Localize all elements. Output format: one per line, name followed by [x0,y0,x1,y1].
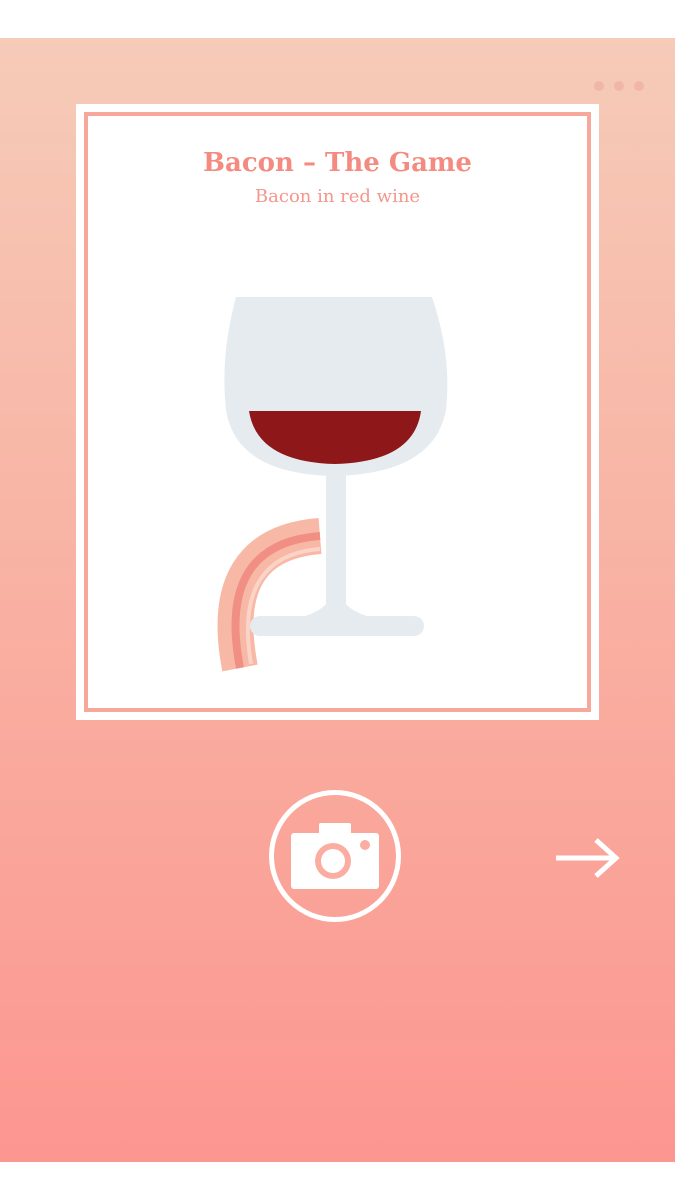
more-options-icon[interactable] [594,81,644,91]
menu-dot [594,81,604,91]
camera-button[interactable] [269,790,401,922]
arrow-right-icon [556,838,620,878]
glass-stem [326,472,346,612]
menu-dot [634,81,644,91]
wine-glass-illustration [217,297,448,672]
bacon-icon [217,518,322,672]
next-button[interactable] [552,836,624,880]
app-screen: Bacon – The Game Bacon in red wine [0,38,675,1162]
glass-base [250,616,424,636]
game-card: Bacon – The Game Bacon in red wine [76,104,599,720]
menu-dot [614,81,624,91]
camera-icon [291,823,379,889]
